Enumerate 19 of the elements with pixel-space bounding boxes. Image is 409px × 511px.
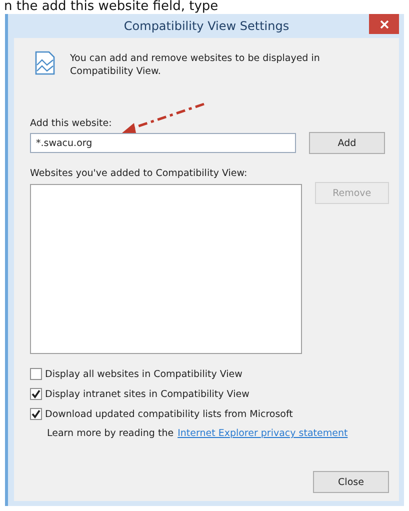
close-icon bbox=[380, 20, 388, 28]
checkbox[interactable] bbox=[30, 388, 42, 400]
checkbox-label: Display intranet sites in Compatibility View bbox=[45, 388, 250, 400]
checkbox-label: Display all websites in Compatibility View bbox=[45, 368, 242, 380]
caption-text: n the add this website field, type bbox=[3, 0, 220, 14]
checkbox[interactable] bbox=[30, 408, 42, 420]
learn-more-text: Learn more by reading the bbox=[47, 428, 174, 439]
checkbox[interactable] bbox=[30, 368, 42, 380]
close-button[interactable] bbox=[369, 14, 399, 34]
privacy-link[interactable]: Internet Explorer privacy statement bbox=[178, 428, 348, 439]
website-field[interactable]: *.swacu.org bbox=[30, 133, 296, 153]
dialog-button[interactable]: Add bbox=[309, 132, 385, 154]
field-label: Add this website: bbox=[30, 118, 113, 129]
checkbox-label: Download updated compatibility lists from Microsoft bbox=[45, 408, 293, 420]
window-title: Compatibility View Settings bbox=[124, 19, 290, 33]
page-icon bbox=[34, 50, 56, 76]
intro-text: You can add and remove websites to be displayed in Compatibility View. bbox=[70, 52, 320, 78]
list-label: Websites you've added to Compatibility View: bbox=[30, 168, 248, 179]
dialog-button[interactable]: Close bbox=[313, 471, 389, 493]
